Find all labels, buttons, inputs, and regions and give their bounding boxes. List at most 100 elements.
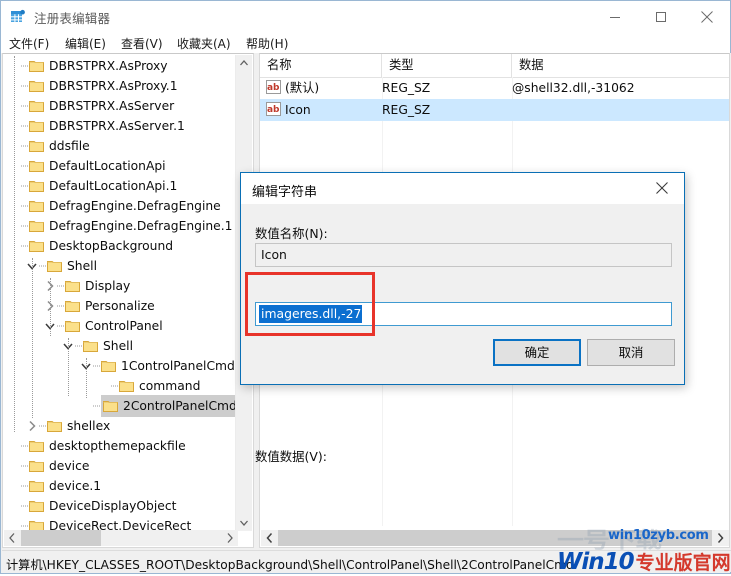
value-name-input[interactable]: Icon <box>255 243 672 267</box>
tree-item-dbrstprx-asserver[interactable]: DBRSTPRX.AsServer <box>3 96 238 116</box>
list-horizontal-scrollbar[interactable] <box>261 530 729 546</box>
tree-no-expander <box>7 498 21 514</box>
tree-item-content: DeviceDisplayObject <box>29 496 176 516</box>
tree-guide-dots <box>21 438 29 454</box>
tree-item-content: ControlPanel <box>65 316 163 336</box>
chevron-right-icon[interactable] <box>25 418 39 434</box>
tree-scroll-up-button[interactable] <box>236 55 252 72</box>
tree-item-shell[interactable]: Shell <box>3 336 238 356</box>
tree-guide-dots <box>21 158 29 174</box>
menu-favorites[interactable]: 收藏夹(A) <box>175 35 233 52</box>
menu-file[interactable]: 文件(F) <box>7 35 51 52</box>
cancel-button[interactable]: 取消 <box>587 339 675 366</box>
string-value-icon: ab <box>266 80 281 94</box>
tree-guide-dots <box>21 458 29 474</box>
registry-tree-pane[interactable]: DBRSTPRX.AsProxy DBRSTPRX.AsProxy.1 DBRSTP… <box>2 53 254 548</box>
tree-guide-dots <box>21 138 29 154</box>
tree-item-1controlpanelcmd[interactable]: 1ControlPanelCmd <box>3 356 238 376</box>
tree-item-command[interactable]: command <box>3 376 238 396</box>
tree-item-content: Shell <box>83 336 133 356</box>
tree-guide-dots <box>21 478 29 494</box>
menu-edit[interactable]: 编辑(E) <box>63 35 108 52</box>
tree-guide-dots <box>39 418 47 434</box>
folder-icon <box>29 239 45 253</box>
tree-item-label: Shell <box>103 339 133 353</box>
tree-no-expander <box>7 478 21 494</box>
list-hscroll-thumb[interactable] <box>278 530 712 546</box>
selected-text: imageres.dll,-27 <box>259 305 363 323</box>
dialog-title-bar: 编辑字符串 <box>241 173 684 204</box>
folder-icon <box>101 359 117 373</box>
tree-item-dbrstprx-asserver-1[interactable]: DBRSTPRX.AsServer.1 <box>3 116 238 136</box>
folder-icon <box>29 439 45 453</box>
tree-guide-dots <box>21 498 29 514</box>
value-name: (默认) <box>285 81 320 95</box>
folder-icon <box>65 319 81 333</box>
tree-item-defaultlocationapi-1[interactable]: DefaultLocationApi.1 <box>3 176 238 196</box>
tree-item-display[interactable]: Display <box>3 276 238 296</box>
menu-help[interactable]: 帮助(H) <box>244 35 290 52</box>
minimize-button[interactable] <box>592 1 638 32</box>
tree-item-2controlpanelcmd[interactable]: 2ControlPanelCmd <box>3 395 238 417</box>
tree-guide-dots <box>21 58 29 74</box>
value-data-input[interactable]: imageres.dll,-27 <box>255 302 672 326</box>
tree-scroll-left-button[interactable] <box>4 530 20 546</box>
tree-item-content: DefragEngine.DefragEngine <box>29 196 221 216</box>
tree-item-shell[interactable]: Shell <box>3 256 238 276</box>
tree-item-devicedisplayobject[interactable]: DeviceDisplayObject <box>3 496 238 516</box>
tree-guide-line <box>14 56 16 432</box>
tree-item-shellex[interactable]: shellex <box>3 416 238 436</box>
column-header-name[interactable]: 名称 <box>260 54 382 77</box>
column-header-data[interactable]: 数据 <box>512 54 729 77</box>
table-row[interactable]: ab (默认) REG_SZ @shell32.dll,-31062 <box>260 77 729 99</box>
list-scroll-right-button[interactable] <box>712 530 729 546</box>
tree-scroll-right-button[interactable] <box>222 530 238 546</box>
tree-hscroll-thumb[interactable] <box>21 530 101 546</box>
close-button[interactable] <box>684 1 730 32</box>
tree-item-content: command <box>119 376 200 396</box>
table-row[interactable]: ab Icon REG_SZ <box>260 99 729 121</box>
tree-item-defaultlocationapi[interactable]: DefaultLocationApi <box>3 156 238 176</box>
tree-item-ddsfile[interactable]: ddsfile <box>3 136 238 156</box>
registry-tree: DBRSTPRX.AsProxy DBRSTPRX.AsProxy.1 DBRSTP… <box>3 54 238 532</box>
tree-scroll-down-button[interactable] <box>236 514 252 531</box>
tree-guide-line <box>68 338 70 396</box>
window-title: 注册表编辑器 <box>34 11 111 26</box>
tree-item-defragengine-defragengine[interactable]: DefragEngine.DefragEngine <box>3 196 238 216</box>
tree-no-expander <box>97 378 111 394</box>
tree-guide-dots <box>21 198 29 214</box>
tree-guide-dots <box>21 78 29 94</box>
dialog-close-button[interactable] <box>639 173 684 203</box>
tree-horizontal-scrollbar[interactable] <box>4 530 238 546</box>
tree-item-personalize[interactable]: Personalize <box>3 296 238 316</box>
tree-item-defragengine-defragengine-1[interactable]: DefragEngine.DefragEngine.1 <box>3 216 238 236</box>
maximize-button[interactable] <box>638 1 684 32</box>
value-type: REG_SZ <box>382 103 431 117</box>
tree-item-desktopbackground[interactable]: DesktopBackground <box>3 236 238 256</box>
tree-item-label: ControlPanel <box>85 319 163 333</box>
tree-item-dbrstprx-asproxy-1[interactable]: DBRSTPRX.AsProxy.1 <box>3 76 238 96</box>
ok-button[interactable]: 确定 <box>493 339 581 366</box>
folder-icon <box>83 339 99 353</box>
menu-view[interactable]: 查看(V) <box>119 35 165 52</box>
column-header-type[interactable]: 类型 <box>382 54 512 77</box>
list-scroll-left-button[interactable] <box>261 530 278 546</box>
tree-item-content: DesktopBackground <box>29 236 173 256</box>
tree-item-controlpanel[interactable]: ControlPanel <box>3 316 238 336</box>
tree-item-dbrstprx-asproxy[interactable]: DBRSTPRX.AsProxy <box>3 56 238 76</box>
folder-icon <box>29 119 45 133</box>
tree-item-content: Shell <box>47 256 97 276</box>
tree-guide-dots <box>57 278 65 294</box>
tree-item-device-1[interactable]: device.1 <box>3 476 238 496</box>
tree-item-label: DBRSTPRX.AsServer <box>49 99 175 113</box>
tree-item-device[interactable]: device <box>3 456 238 476</box>
folder-icon <box>29 179 45 193</box>
tree-item-desktopthemepackfile[interactable]: desktopthemepackfile <box>3 436 238 456</box>
status-bar: 计算机\HKEY_CLASSES_ROOT\DesktopBackground\… <box>2 550 731 572</box>
tree-item-content: ddsfile <box>29 136 90 156</box>
tree-item-label: DefaultLocationApi.1 <box>49 179 178 193</box>
tree-item-label: device <box>49 459 90 473</box>
value-name-label: 数值名称(N): <box>255 226 328 241</box>
